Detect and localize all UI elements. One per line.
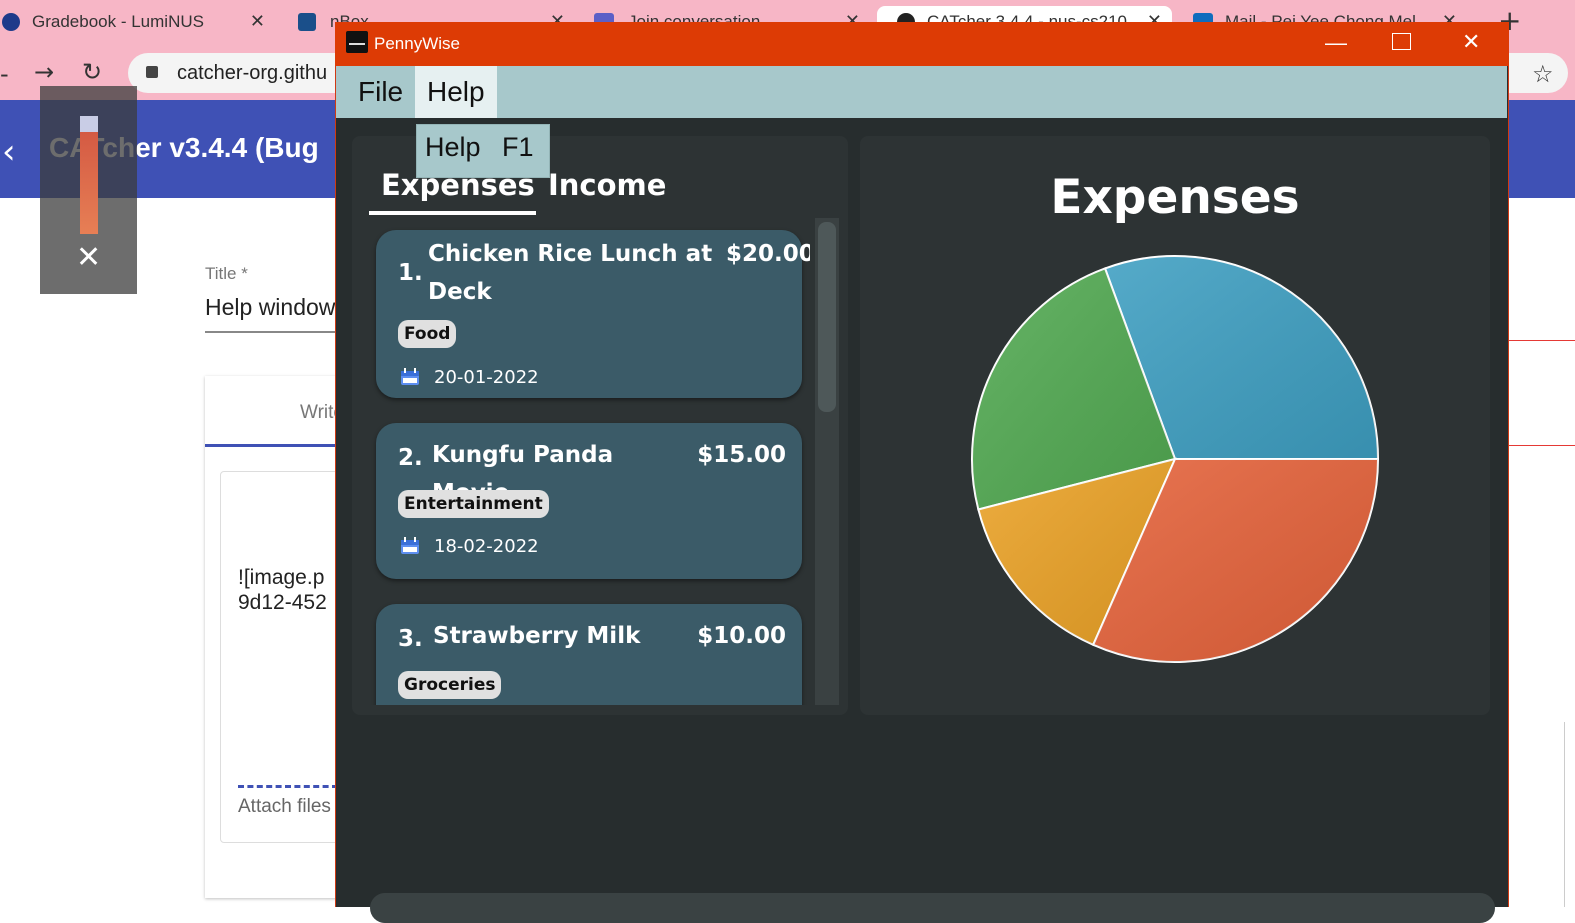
title-field-label: Title * xyxy=(205,264,248,283)
luminus-icon xyxy=(2,13,20,31)
help-item-shortcut: F1 xyxy=(502,132,534,162)
back-arrow-icon[interactable]: ‹ xyxy=(2,132,16,172)
title-field-value[interactable]: Help window xyxy=(205,294,335,321)
app-logo-icon xyxy=(346,31,368,53)
expense-date: 20-01-2022 xyxy=(434,367,539,388)
error-underline xyxy=(1508,340,1575,341)
divider xyxy=(1564,722,1565,907)
expense-list: 1. Chicken Rice Lunch at Deck $20.00 Foo… xyxy=(360,218,810,705)
category-tag: Groceries xyxy=(398,671,502,699)
markdown-line: 9d12-452 xyxy=(238,591,327,614)
write-tab-underline xyxy=(205,444,345,447)
markdown-line: ![image.p xyxy=(238,566,325,589)
expense-date: 18-02-2022 xyxy=(434,536,539,557)
expense-card[interactable]: 1. Chicken Rice Lunch at Deck $20.00 Foo… xyxy=(376,230,810,398)
expense-index: 1. xyxy=(398,260,423,286)
expense-index: 2. xyxy=(398,445,423,471)
expenses-pie-chart xyxy=(971,255,1380,663)
minimize-button[interactable]: — xyxy=(1325,30,1347,56)
tab-income[interactable]: Income xyxy=(548,168,666,202)
menu-bar xyxy=(336,66,1507,118)
attach-dashed-line xyxy=(238,785,338,788)
expense-card[interactable]: 3. Strawberry Milk $10.00 Groceries xyxy=(376,604,802,705)
markdown-text: ![image.p 9d12-452 xyxy=(238,565,327,615)
expense-card[interactable]: 2. Kungfu Panda Movie $15.00 Entertainme… xyxy=(376,423,802,579)
category-tag: Entertainment xyxy=(398,490,549,518)
expense-amount: $20.00 xyxy=(726,241,810,267)
level-meter xyxy=(80,116,98,234)
close-icon[interactable]: ✕ xyxy=(76,240,101,275)
expense-description: Strawberry Milk xyxy=(433,623,641,649)
chart-title: Expenses xyxy=(1050,170,1300,225)
window-title: PennyWise xyxy=(374,34,460,53)
expense-description: Chicken Rice Lunch at Deck xyxy=(428,241,713,305)
maximize-button[interactable] xyxy=(1392,33,1411,50)
title-field-underline xyxy=(205,331,345,333)
browser-tab-gradebook[interactable]: Gradebook - LumiNUS ✕ xyxy=(0,6,275,38)
close-tab-icon[interactable]: ✕ xyxy=(250,11,265,32)
calendar-icon xyxy=(401,537,419,554)
menu-help[interactable]: Help xyxy=(415,66,497,118)
lock-icon xyxy=(146,66,158,78)
forward-button[interactable]: → xyxy=(34,58,54,86)
url-text: catcher-org.githu xyxy=(177,62,328,84)
help-menu-item-front[interactable]: Help F1 xyxy=(425,132,534,163)
tab-label: Gradebook - LumiNUS xyxy=(32,12,204,31)
category-tag: Food xyxy=(398,320,457,348)
reload-button[interactable]: ↻ xyxy=(82,58,102,86)
status-bar xyxy=(370,893,1495,923)
expense-amount: $10.00 xyxy=(697,623,786,649)
help-item-label: Help xyxy=(425,132,481,162)
app-logo-detail xyxy=(349,43,365,45)
close-window-button[interactable]: ✕ xyxy=(1462,29,1480,55)
expense-index: 3. xyxy=(398,626,423,652)
calendar-icon xyxy=(401,368,419,385)
menu-file[interactable]: File xyxy=(346,66,415,118)
attach-files-link[interactable]: Attach files xyxy=(238,796,331,818)
error-underline xyxy=(1508,445,1575,446)
back-button[interactable]: - xyxy=(0,60,9,88)
scrollbar-thumb[interactable] xyxy=(818,222,836,412)
bookmark-star-icon[interactable]: ☆ xyxy=(1532,60,1554,88)
active-tab-indicator xyxy=(369,211,536,215)
expense-amount: $15.00 xyxy=(697,442,786,468)
pie-slices xyxy=(971,255,1380,663)
nbox-icon xyxy=(298,13,316,31)
